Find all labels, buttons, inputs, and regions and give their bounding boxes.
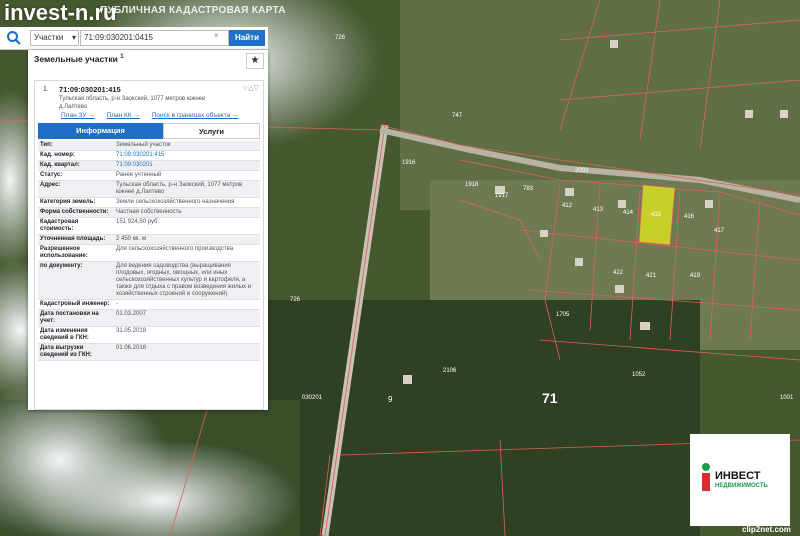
row-value[interactable]: 71:09:030201 [114, 161, 260, 170]
row-label: Дата изменения сведений в ГКН: [40, 328, 89, 341]
table-row: Кадастровая стоимость: 151 924,50 руб. [38, 218, 260, 235]
table-row: Дата выгрузки сведений из ГКН: 01.06.2018 [38, 344, 260, 361]
search-icon[interactable] [6, 30, 22, 46]
map-label: 1916 [402, 160, 416, 166]
map-label: 413 [593, 207, 604, 213]
map-label-nine: 9 [388, 395, 393, 404]
table-row: Кад. квартал: 71:09:030201 [38, 161, 260, 171]
map-label: 747 [452, 113, 463, 119]
clear-icon[interactable]: × [214, 31, 219, 40]
map-label: 1001 [780, 395, 794, 401]
search-category-select[interactable]: Участки [30, 30, 79, 46]
table-row: Кадастровый инженер: - [38, 300, 260, 310]
tab-info[interactable]: Информация [38, 123, 163, 139]
row-value: Земельный участок [116, 142, 171, 148]
map-label: 2003 [575, 168, 589, 174]
map-label: 726 [290, 297, 301, 303]
result-index: 1. [43, 86, 49, 93]
map-label: 412 [562, 203, 573, 209]
card-tools-icons[interactable]: ☆△▽ [242, 84, 259, 92]
map-label: 422 [613, 270, 624, 276]
link-plan-kk[interactable]: План КК → [107, 112, 140, 119]
row-label: Адрес: [40, 182, 61, 188]
row-label: Дата постановки на учет: [40, 311, 99, 324]
row-label: Кад. квартал: [40, 162, 80, 168]
row-value: 2 450 кв. м [116, 236, 146, 242]
search-button[interactable]: Найти [229, 30, 265, 46]
parcel-cad-number[interactable]: 71:09:030201:415 [59, 85, 121, 94]
parcel-address: Тульская область, р-н Заокский, 1077 мет… [59, 96, 206, 110]
row-label: Категория земель: [40, 199, 96, 205]
map-label: 2106 [443, 368, 457, 374]
map-label: 1705 [556, 312, 570, 318]
row-label: Кад. номер: [40, 152, 75, 158]
map-label: 783 [523, 186, 534, 192]
map-label: 421 [646, 273, 657, 279]
row-value: 31.05.2018 [116, 328, 147, 334]
attributes-table: Тип: Земельный участок Кад. номер: 71:09:0… [38, 141, 260, 361]
table-row: Уточненная площадь: 2 450 кв. м [38, 235, 260, 245]
map-label: 414 [623, 210, 634, 216]
row-value: 151 924,50 руб. [116, 219, 160, 225]
table-row: по документу: Для ведения садоводства (вы… [38, 262, 260, 300]
map-label-quarter-number: 71 [542, 390, 558, 406]
map-label: 416 [684, 214, 695, 220]
row-label: Статус: [40, 172, 63, 178]
map-title: ПУБЛИЧНАЯ КАДАСТРОВАЯ КАРТА [100, 5, 286, 16]
row-value: Частная собственность [116, 209, 182, 215]
row-value: Тульская область, р-н Заокский, 1077 мет… [116, 182, 243, 195]
logo-line1: ИНВЕСТ [715, 470, 761, 482]
map-label: 1052 [632, 372, 646, 378]
row-label: по документу: [40, 263, 83, 269]
favorite-star-icon[interactable]: ★ [246, 53, 264, 69]
link-plan-zu[interactable]: План ЗУ → [61, 112, 95, 119]
table-row: Дата изменения сведений в ГКН: 31.05.2018 [38, 327, 260, 344]
table-row: Статус: Ранее учтенный [38, 171, 260, 181]
logo-line2: НЕДВИЖИМОСТЬ [715, 483, 768, 489]
row-label: Дата выгрузки сведений из ГКН: [40, 345, 92, 358]
parcel-card: 1. 71:09:030201:415 ☆△▽ Тульская область… [34, 80, 264, 410]
row-value: 01.03.2007 [116, 311, 147, 317]
result-count: 1 [120, 54, 124, 61]
map-label-quarter: 030201 [302, 395, 323, 401]
table-row: Дата постановки на учет: 01.03.2007 [38, 310, 260, 327]
row-value: 01.06.2018 [116, 345, 147, 351]
map-label: 1918 [465, 182, 479, 188]
tab-services[interactable]: Услуги [163, 123, 260, 139]
logo-mark-icon [702, 463, 710, 491]
parcel-links: План ЗУ → План КК → Поиск в границах объ… [61, 112, 249, 119]
table-row: Тип: Земельный участок [38, 141, 260, 151]
search-bar: Участки 71:09:030201:0415 × Найти [0, 27, 268, 50]
row-value: Для ведения садоводства (выращивания пло… [116, 263, 252, 297]
table-row: Форма собственности: Частная собственност… [38, 208, 260, 218]
map-label: 726 [335, 35, 346, 41]
row-value[interactable]: 71:09:030201:415 [114, 151, 260, 160]
map-label-selected: 415 [651, 212, 662, 218]
link-search-within[interactable]: Поиск в границах объекта → [152, 112, 239, 119]
row-label: Тип: [40, 142, 53, 148]
table-row: Разрешенное использование: Для сельскохоз… [38, 245, 260, 262]
row-label: Уточненная площадь: [40, 236, 106, 242]
panel-title: Земельные участки 1 [34, 54, 124, 64]
results-panel: Земельные участки 1 ★ 1. 71:09:030201:41… [28, 50, 268, 410]
panel-tabs: Информация Услуги [38, 123, 260, 139]
search-input[interactable]: 71:09:030201:0415 [80, 30, 229, 46]
map-label: 1917 [495, 193, 509, 199]
map-label: 419 [690, 273, 701, 279]
row-value: - [116, 301, 118, 307]
clip2net-watermark: clip2net.com [742, 525, 791, 534]
row-value: Земли сельскохозяйственного назначения [116, 199, 235, 205]
table-row: Кад. номер: 71:09:030201:415 [38, 151, 260, 161]
invest-logo: ИНВЕСТ НЕДВИЖИМОСТЬ [690, 434, 790, 526]
row-label: Разрешенное использование: [40, 246, 88, 259]
row-value: Для сельскохозяйственного производства [116, 246, 234, 252]
row-label: Форма собственности: [40, 209, 109, 215]
row-value: Ранее учтенный [116, 172, 162, 178]
table-row: Адрес: Тульская область, р-н Заокский, 10… [38, 181, 260, 198]
row-label: Кадастровая стоимость: [40, 219, 79, 232]
table-row: Категория земель: Земли сельскохозяйствен… [38, 198, 260, 208]
row-label: Кадастровый инженер: [40, 301, 110, 307]
map-label: 417 [714, 228, 725, 234]
